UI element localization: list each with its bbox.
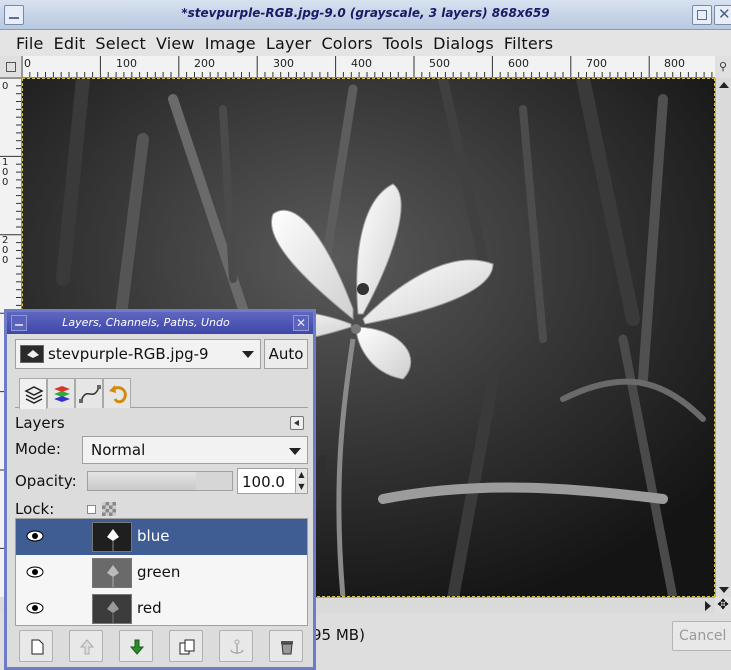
ruler-label: 0 [2,81,9,92]
opacity-value: 100.0 [242,473,285,491]
ruler-label: 500 [429,57,450,70]
delete-layer-button[interactable] [269,630,303,662]
duplicate-layer-icon [179,639,195,655]
dock-tabs [15,376,308,409]
anchor-layer-icon [230,639,244,654]
status-text: 95 MB) [312,626,365,644]
image-name: stevpurple-RGB.jpg-9 [48,345,209,363]
layer-row-green[interactable]: green [16,555,307,591]
menu-colors[interactable]: Colors [321,34,372,53]
chevron-down-icon[interactable] [242,351,254,358]
dock-close-icon[interactable]: ✕ [293,315,309,331]
tab-paths[interactable] [75,378,103,408]
ruler-label: 800 [664,57,685,70]
scroll-right-icon[interactable] [705,601,711,611]
layer-thumbnail [92,522,132,552]
layer-name: blue [137,527,170,545]
ruler-label: 100 [116,57,137,70]
scroll-up-icon[interactable] [719,82,729,88]
menu-edit[interactable]: Edit [54,34,86,53]
menu-tools[interactable]: Tools [383,34,423,53]
close-button[interactable]: ✕ [714,5,731,25]
ruler-label: 200 [2,235,9,266]
layer-button-bar [15,630,308,664]
menu-layer[interactable]: Layer [266,34,312,53]
layer-thumbnail [92,594,132,624]
tab-menu-icon[interactable] [290,416,304,430]
menu-select[interactable]: Select [95,34,146,53]
ruler-label: 700 [586,57,607,70]
ruler-label: 0 [24,57,31,70]
menu-dialogs[interactable]: Dialogs [433,34,494,53]
mode-label: Mode: [15,440,61,458]
ruler-label: 300 [273,57,294,70]
layer-list: blue green red [15,518,308,626]
mode-select[interactable]: Normal [82,436,308,464]
channels-tab-icon [54,386,70,402]
dock-titlebar: Layers, Channels, Paths, Undo ✕ [7,312,313,334]
eye-icon[interactable] [26,565,44,579]
image-selector[interactable]: stevpurple-RGB.jpg-9 [15,339,261,369]
opacity-spinbutton[interactable]: 100.0 ▲ ▼ [237,468,308,494]
menu-view[interactable]: View [156,34,195,53]
new-layer-icon [31,639,44,655]
menu-filters[interactable]: Filters [504,34,553,53]
vertical-scrollbar[interactable] [715,78,731,597]
menubar: File Edit Select View Image Layer Colors… [0,30,731,56]
opacity-label: Opacity: [15,472,77,490]
lower-layer-button[interactable] [119,630,153,662]
opacity-slider-fill [88,472,196,490]
menu-file[interactable]: File [16,34,44,53]
tab-layers[interactable] [19,378,47,409]
window-title: *stevpurple-RGB.jpg-9.0 (grayscale, 3 la… [181,6,550,20]
scroll-down-icon[interactable] [719,587,729,593]
horizontal-ruler[interactable]: 0 100 200 300 400 500 600 700 800 [22,56,715,78]
ruler-label: 100 [2,157,9,188]
layer-name: green [137,563,181,581]
lock-label: Lock: [15,500,55,518]
opacity-slider[interactable] [87,471,233,491]
navigate-icon[interactable]: ✥ [715,597,731,613]
checkerboard-icon [102,502,116,516]
dockable-header: Layers [15,412,308,434]
ruler-label: 200 [194,57,215,70]
undo-tab-icon [109,385,127,404]
lower-layer-icon [129,639,145,655]
chevron-down-icon [289,448,301,455]
close-icon: ✕ [718,5,731,23]
image-thumbnail [20,345,44,363]
image-window-titlebar: *stevpurple-RGB.jpg-9.0 (grayscale, 3 la… [0,0,731,30]
maximize-button[interactable] [692,5,712,25]
menu-image[interactable]: Image [205,34,256,53]
delete-layer-icon [281,641,293,655]
new-layer-button[interactable] [19,630,53,662]
layer-thumbnail [92,558,132,588]
tab-channels[interactable] [47,378,75,408]
ruler-label: 600 [508,57,529,70]
cancel-button[interactable]: Cancel [672,621,731,651]
zoom-icon[interactable]: ⚲ [715,56,731,78]
ruler-label: 400 [351,57,372,70]
eye-icon[interactable] [26,529,44,543]
auto-button[interactable]: Auto [264,339,308,369]
panel-label: Layers [15,414,65,432]
quick-mask-toggle[interactable] [0,56,22,78]
mode-value: Normal [91,441,146,459]
paths-tab-icon [79,385,101,403]
eye-icon[interactable] [26,601,44,615]
tab-undo[interactable] [103,378,131,408]
lock-alpha-checkbox[interactable] [87,505,96,514]
layer-row-red[interactable]: red [16,591,307,627]
raise-layer-icon [79,639,95,655]
anchor-layer-button[interactable] [219,630,253,662]
layer-name: red [137,599,162,617]
layers-dock-window: Layers, Channels, Paths, Undo ✕ stevpurp… [4,309,316,670]
spin-arrows-icon[interactable]: ▲ ▼ [295,469,307,493]
duplicate-layer-button[interactable] [169,630,203,662]
layer-row-blue[interactable]: blue [16,519,307,555]
raise-layer-button[interactable] [69,630,103,662]
layers-tab-icon [24,386,44,404]
dock-title: Layers, Channels, Paths, Undo [62,316,230,329]
